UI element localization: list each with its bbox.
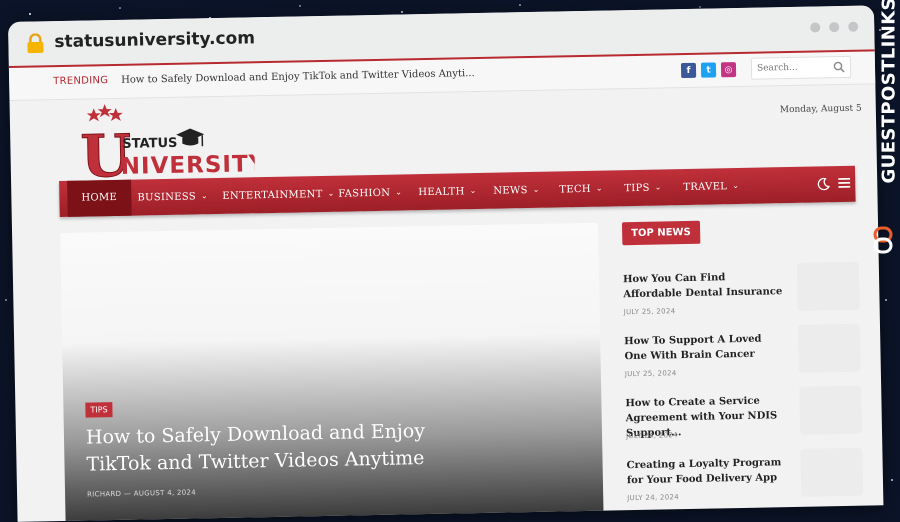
list-item[interactable]: Creating a Loyalty Program for Your Food…	[626, 454, 867, 513]
chevron-down-icon: ⌄	[732, 168, 740, 204]
link-icon	[872, 226, 894, 254]
nav-item-health[interactable]: HEALTH ⌄	[418, 173, 477, 210]
news-title[interactable]: Creating a Loyalty Program for Your Food…	[626, 455, 787, 488]
nav-item-label: TIPS	[624, 183, 650, 194]
chevron-down-icon: ⌄	[596, 171, 604, 207]
list-item[interactable]: How To Support A Loved One With Brain Ca…	[624, 330, 865, 389]
nav-item-business[interactable]: BUSINESS ⌄	[137, 178, 208, 215]
chevron-down-icon: ⌄	[201, 178, 209, 214]
news-date: JULY 25, 2024	[625, 369, 677, 378]
watermark-text: GUESTPOSTLINKS	[879, 66, 900, 184]
news-date: JULY 24, 2024	[627, 493, 679, 502]
nav-item-label: TECH	[559, 184, 591, 196]
menu-icon[interactable]	[838, 178, 850, 188]
news-date: JULY 24, 2024	[626, 431, 678, 440]
guestpostlinks-watermark: GUESTPOSTLINKS	[868, 38, 898, 268]
search-input[interactable]	[757, 60, 827, 74]
dark-mode-icon[interactable]	[817, 177, 830, 190]
news-thumbnail[interactable]	[799, 386, 862, 435]
nav-item-tech[interactable]: TECH ⌄	[559, 171, 603, 208]
site-logo[interactable]: U STATUS NIVERSITY	[74, 99, 256, 182]
chevron-down-icon: ⌄	[654, 169, 662, 205]
chevron-down-icon: ⌄	[532, 172, 540, 208]
news-title[interactable]: How You Can Find Affordable Dental Insur…	[623, 269, 784, 302]
header-date: Monday, August 5	[780, 104, 862, 116]
lock-icon	[26, 33, 44, 53]
top-news-heading: TOP NEWS	[622, 221, 700, 245]
window-dot-icon[interactable]	[829, 22, 839, 32]
featured-title[interactable]: How to Safely Download and Enjoy TikTok …	[86, 417, 467, 478]
window-controls	[810, 22, 858, 33]
chevron-down-icon: ⌄	[327, 176, 335, 212]
category-badge[interactable]: TIPS	[85, 402, 112, 418]
nav-item-news[interactable]: NEWS ⌄	[493, 172, 540, 209]
browser-window: statusuniversity.com TRENDING How to Saf…	[8, 5, 883, 522]
list-item[interactable]: How to Create a Service Agreement with Y…	[625, 392, 866, 451]
list-item[interactable]: How You Can Find Affordable Dental Insur…	[623, 268, 864, 327]
nav-item-label: ENTERTAINMENT	[222, 189, 322, 202]
logo-word-bottom: NIVERSITY	[121, 151, 256, 180]
window-dot-icon[interactable]	[810, 22, 820, 32]
nav-item-label: HEALTH	[418, 186, 464, 198]
news-title[interactable]: How To Support A Loved One With Brain Ca…	[624, 331, 785, 364]
nav-item-label: FASHION	[338, 188, 390, 200]
trending-label: TRENDING	[53, 75, 108, 87]
nav-item-label: HOME	[81, 192, 117, 204]
trending-headline[interactable]: How to Safely Download and Enjoy TikTok …	[121, 68, 475, 86]
nav-item-tips[interactable]: TIPS ⌄	[624, 169, 662, 206]
facebook-icon[interactable]: f	[681, 63, 696, 78]
post-meta: RICHARD — AUGUST 4, 2024	[87, 488, 196, 498]
news-date: JULY 25, 2024	[624, 307, 676, 316]
nav-item-label: NEWS	[493, 185, 528, 197]
chevron-down-icon: ⌄	[469, 173, 477, 209]
post-author[interactable]: RICHARD	[87, 490, 121, 499]
search-icon[interactable]	[833, 61, 845, 73]
nav-item-home[interactable]: HOME	[67, 180, 131, 217]
social-links: ft ◎	[681, 62, 736, 78]
nav-item-travel[interactable]: TRAVEL ⌄	[683, 168, 740, 205]
window-dot-icon[interactable]	[848, 22, 858, 32]
nav-item-fashion[interactable]: FASHION ⌄	[338, 174, 403, 211]
featured-post[interactable]: TIPS How to Safely Download and Enjoy Ti…	[60, 223, 603, 522]
meta-separator: —	[124, 490, 131, 498]
nav-item-entertainment[interactable]: ENTERTAINMENT ⌄	[222, 176, 335, 214]
news-thumbnail[interactable]	[798, 324, 861, 373]
chevron-down-icon: ⌄	[395, 174, 403, 210]
nav-item-label: BUSINESS	[137, 191, 196, 203]
twitter-icon[interactable]: t	[701, 62, 716, 77]
instagram-icon[interactable]: ◎	[721, 62, 736, 77]
news-thumbnail[interactable]	[800, 448, 863, 497]
search-box[interactable]	[751, 56, 851, 80]
logo-word-top: STATUS	[122, 136, 177, 152]
news-thumbnail[interactable]	[797, 262, 860, 311]
url-text[interactable]: statusuniversity.com	[54, 28, 255, 52]
nav-item-label: TRAVEL	[683, 181, 727, 193]
post-date: AUGUST 4, 2024	[134, 488, 196, 497]
